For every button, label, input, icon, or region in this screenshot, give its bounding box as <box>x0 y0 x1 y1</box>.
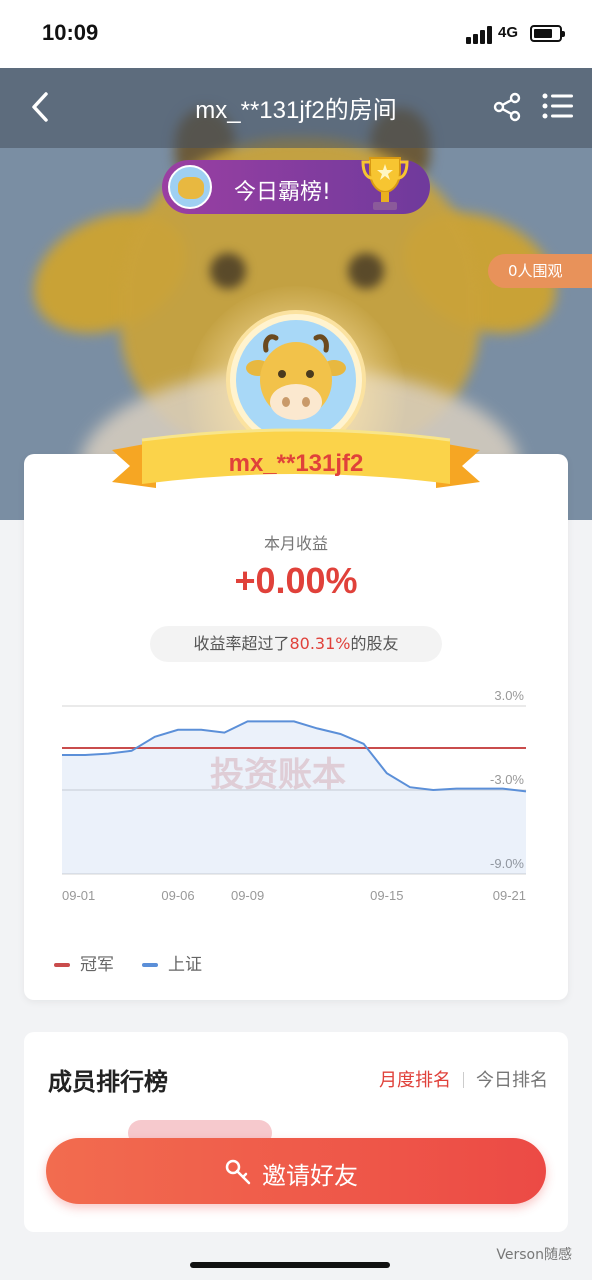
tab-daily-rank[interactable]: 今日排名 <box>476 1066 548 1092</box>
beat-rate-pill: 收益率超过了80.31%的股友 <box>150 626 442 662</box>
ribbon-username: mx_**131jf2 <box>228 450 364 477</box>
ranking-title: 成员排行榜 <box>48 1068 168 1096</box>
top-nav-bar: mx_**131jf2的房间 <box>0 68 592 148</box>
watchers-count-tag: 0人围观 <box>488 254 592 288</box>
x-tick-label: 09-15 <box>370 888 403 903</box>
profit-card: 本月收益 +0.00% 收益率超过了80.31%的股友 3.0%-3.0%-9.… <box>24 454 568 1000</box>
x-tick-label: 09-21 <box>493 888 526 903</box>
menu-icon[interactable] <box>542 92 574 120</box>
status-time: 10:09 <box>42 20 99 45</box>
key-icon <box>225 1159 251 1185</box>
cow-avatar-icon <box>246 334 346 420</box>
x-tick-label: 09-06 <box>161 888 194 903</box>
home-indicator <box>190 1262 390 1268</box>
legend-swatch-index <box>142 963 158 967</box>
month-profit-value: +0.00% <box>234 560 358 601</box>
beat-percent: 80.31% <box>289 634 351 653</box>
tab-monthly-rank[interactable]: 月度排名 <box>379 1066 451 1092</box>
month-profit-label: 本月收益 <box>263 534 328 553</box>
series-area-index <box>62 721 526 874</box>
legend-item-champion: 冠军 <box>54 950 114 975</box>
legend-label-champion: 冠军 <box>80 955 114 975</box>
share-icon[interactable] <box>492 92 522 122</box>
trophy-icon <box>361 157 409 210</box>
profit-chart: 3.0%-3.0%-9.0%投资账本09-0109-0609-0909-1509… <box>62 688 527 903</box>
cow-eye-right <box>348 253 384 289</box>
footer-watermark: Verson随感 <box>496 1247 572 1263</box>
y-tick-label: 3.0% <box>494 688 524 703</box>
x-tick-label: 09-01 <box>62 888 95 903</box>
y-tick-label: -3.0% <box>490 772 524 787</box>
ranking-tabs: 月度排名 今日排名 <box>379 1066 548 1092</box>
status-bar: 10:09 4G <box>0 0 592 68</box>
network-type: 4G <box>498 24 519 41</box>
invite-label: 邀请好友 <box>262 1162 358 1190</box>
beat-suffix: 的股友 <box>350 634 399 653</box>
beat-prefix: 收益率超过了 <box>193 634 290 653</box>
badge-avatar <box>168 165 212 209</box>
legend-item-index: 上证 <box>142 950 202 975</box>
daily-badge-label: 今日霸榜! <box>234 180 331 205</box>
legend-swatch-champion <box>54 963 70 967</box>
tab-divider <box>463 1072 464 1088</box>
legend-label-index: 上证 <box>168 955 202 975</box>
battery-icon <box>530 25 565 42</box>
x-tick-label: 09-09 <box>231 888 264 903</box>
signal-icon <box>466 26 494 44</box>
cow-eye-left <box>210 253 246 289</box>
invite-friends-button[interactable]: 邀请好友 <box>46 1138 546 1204</box>
